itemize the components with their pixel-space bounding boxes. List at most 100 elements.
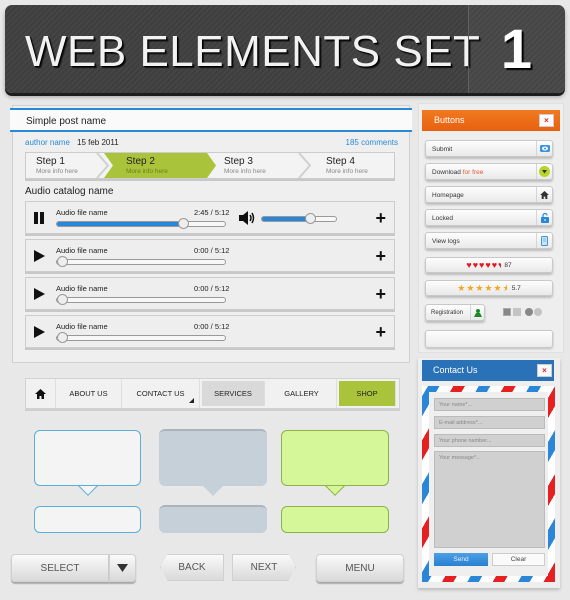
play-icon[interactable] xyxy=(33,250,45,262)
next-button[interactable]: NEXT xyxy=(232,554,296,581)
half-star-icon[interactable]: ★ xyxy=(503,283,507,294)
progress-slider[interactable] xyxy=(56,218,226,229)
close-button[interactable]: × xyxy=(537,364,552,377)
step-2[interactable]: Step 2 More info here xyxy=(104,153,216,178)
step-subtitle: More info here xyxy=(326,168,368,175)
heart-icon[interactable]: ♥ xyxy=(473,260,478,270)
heart-icon[interactable]: ♥ xyxy=(479,260,484,270)
star-icon[interactable]: ★ xyxy=(475,283,483,294)
home-icon xyxy=(35,388,46,399)
text-box-gray[interactable] xyxy=(159,505,267,533)
track-time: 0:00 / 5:12 xyxy=(194,284,230,293)
name-field[interactable]: Your name*... xyxy=(434,398,545,411)
step-4[interactable]: Step 4 More info here xyxy=(316,153,396,178)
add-icon[interactable]: + xyxy=(375,284,386,305)
author-link[interactable]: author name xyxy=(25,138,70,147)
hearts-rating[interactable]: ♥ ♥ ♥ ♥ ♥ ♥ 87 xyxy=(425,257,553,273)
submit-button[interactable]: Submit xyxy=(425,140,553,157)
close-button[interactable]: × xyxy=(539,114,554,127)
hearts-value: 87 xyxy=(504,261,512,269)
star-icon[interactable]: ★ xyxy=(484,283,492,294)
progress-slider[interactable] xyxy=(56,332,226,343)
nav-item-about-us[interactable]: ABOUT US xyxy=(56,379,122,408)
homepage-button[interactable]: Homepage xyxy=(425,186,553,203)
step-subtitle: More info here xyxy=(126,168,168,175)
track-name: Audio file name xyxy=(56,246,108,255)
progress-knob[interactable] xyxy=(57,332,69,343)
play-icon[interactable] xyxy=(33,326,45,338)
button-label: Registration xyxy=(431,310,464,316)
volume-knob[interactable] xyxy=(305,213,317,224)
radio-checked[interactable] xyxy=(525,308,533,316)
speech-bubble-white xyxy=(34,430,141,486)
track-time: 0:00 / 5:12 xyxy=(194,322,230,331)
star-icon[interactable]: ★ xyxy=(494,283,502,294)
heart-icon[interactable]: ♥ xyxy=(466,260,471,270)
locked-button[interactable]: Locked xyxy=(425,209,553,226)
back-button[interactable]: BACK xyxy=(160,554,224,581)
contact-title: Contact Us xyxy=(433,365,478,375)
select-dropdown-button[interactable] xyxy=(109,554,136,582)
volume-slider[interactable] xyxy=(261,213,337,224)
track-name: Audio file name xyxy=(56,322,108,331)
step-wizard: Step 1 More info here Step 2 More info h… xyxy=(25,152,395,179)
dropdown-corner-icon xyxy=(189,398,194,403)
volume-icon[interactable] xyxy=(239,211,255,225)
progress-knob[interactable] xyxy=(178,218,189,229)
message-field[interactable]: Your message*... xyxy=(434,451,545,548)
track-time: 0:00 / 5:12 xyxy=(194,246,230,255)
send-button[interactable]: Send xyxy=(434,553,488,566)
banner-title: WEB ELEMENTS SET xyxy=(25,27,481,76)
stars-rating[interactable]: ★ ★ ★ ★ ★ ★ 5.7 xyxy=(425,280,553,296)
star-icon[interactable]: ★ xyxy=(457,283,465,294)
progress-knob[interactable] xyxy=(57,294,69,305)
heart-icon[interactable]: ♥ xyxy=(485,260,490,270)
progress-slider[interactable] xyxy=(56,294,226,305)
star-icon[interactable]: ★ xyxy=(466,283,474,294)
download-button[interactable]: Download for free xyxy=(425,163,553,180)
play-icon[interactable] xyxy=(33,288,45,300)
add-icon[interactable]: + xyxy=(375,208,386,229)
audio-track: Audio file name 0:00 / 5:12 + xyxy=(25,277,395,310)
view-logs-button[interactable]: View logs xyxy=(425,232,553,249)
add-icon[interactable]: + xyxy=(375,246,386,267)
title-banner: WEB ELEMENTS SET 1 xyxy=(5,5,565,93)
comments-link[interactable]: 185 comments xyxy=(346,138,398,147)
banner-number: 1 xyxy=(468,5,565,93)
step-chevron xyxy=(298,153,312,178)
step-title: Step 3 xyxy=(224,156,253,167)
select-button[interactable]: SELECT xyxy=(11,554,109,582)
phone-field[interactable]: Your phone namber... xyxy=(434,434,545,447)
half-heart-icon[interactable]: ♥ xyxy=(498,260,501,270)
text-box-white[interactable] xyxy=(34,506,141,533)
button-label: Homepage xyxy=(432,192,464,199)
button-label: View logs xyxy=(432,238,460,245)
eye-icon xyxy=(536,141,552,156)
nav-item-shop[interactable]: SHOP xyxy=(339,381,396,406)
track-time: 2:45 / 5:12 xyxy=(194,208,230,217)
checkbox-checked[interactable] xyxy=(503,308,511,316)
email-field[interactable]: E-mail address*... xyxy=(434,416,545,429)
nav-item-home[interactable] xyxy=(26,379,56,408)
audio-track: Audio file name 0:00 / 5:12 + xyxy=(25,315,395,348)
clear-button[interactable]: Clear xyxy=(492,553,545,566)
checkbox-unchecked[interactable] xyxy=(513,308,521,316)
registration-button[interactable]: Registration xyxy=(425,304,485,321)
progress-fill xyxy=(57,222,183,226)
nav-item-services[interactable]: SERVICES xyxy=(202,381,265,406)
step-3[interactable]: Step 3 More info here xyxy=(214,153,304,178)
heart-icon[interactable]: ♥ xyxy=(492,260,497,270)
progress-slider[interactable] xyxy=(56,256,226,267)
nav-item-contact-us[interactable]: CONTACT US xyxy=(122,379,200,408)
track-name: Audio file name xyxy=(56,284,108,293)
menu-button[interactable]: MENU xyxy=(316,554,404,582)
download-icon xyxy=(536,164,552,179)
add-icon[interactable]: + xyxy=(375,322,386,343)
text-input[interactable] xyxy=(425,330,553,348)
radio-unchecked[interactable] xyxy=(534,308,542,316)
text-box-green[interactable] xyxy=(281,506,389,533)
nav-item-gallery[interactable]: GALLERY xyxy=(267,379,337,408)
audio-track: Audio file name 0:00 / 5:12 + xyxy=(25,239,395,272)
progress-knob[interactable] xyxy=(57,256,69,267)
pause-icon[interactable] xyxy=(33,212,45,224)
